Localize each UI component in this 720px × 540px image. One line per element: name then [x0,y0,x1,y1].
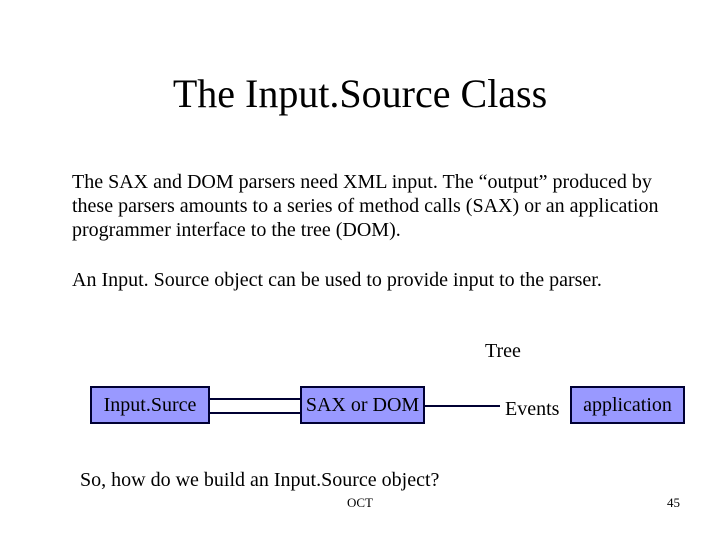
connector-input-to-parser-top [210,398,300,400]
footer-center: OCT [0,495,720,511]
box-input-source: Input.Surce [90,386,210,424]
box-application: application [570,386,685,424]
paragraph-2: An Input. Source object can be used to p… [72,268,662,292]
box-parser: SAX or DOM [300,386,425,424]
paragraph-3: So, how do we build an Input.Source obje… [80,468,670,492]
box-application-label: application [583,395,672,416]
label-events: Events [505,398,559,421]
box-input-source-label: Input.Surce [104,395,197,416]
box-parser-label: SAX or DOM [306,395,419,416]
footer-page-number: 45 [667,495,680,511]
slide: The Input.Source Class The SAX and DOM p… [0,0,720,540]
slide-title: The Input.Source Class [0,70,720,117]
paragraph-1: The SAX and DOM parsers need XML input. … [72,170,662,242]
label-tree: Tree [485,340,521,363]
connector-parser-to-events [425,405,500,407]
connector-input-to-parser-bottom [210,412,300,414]
